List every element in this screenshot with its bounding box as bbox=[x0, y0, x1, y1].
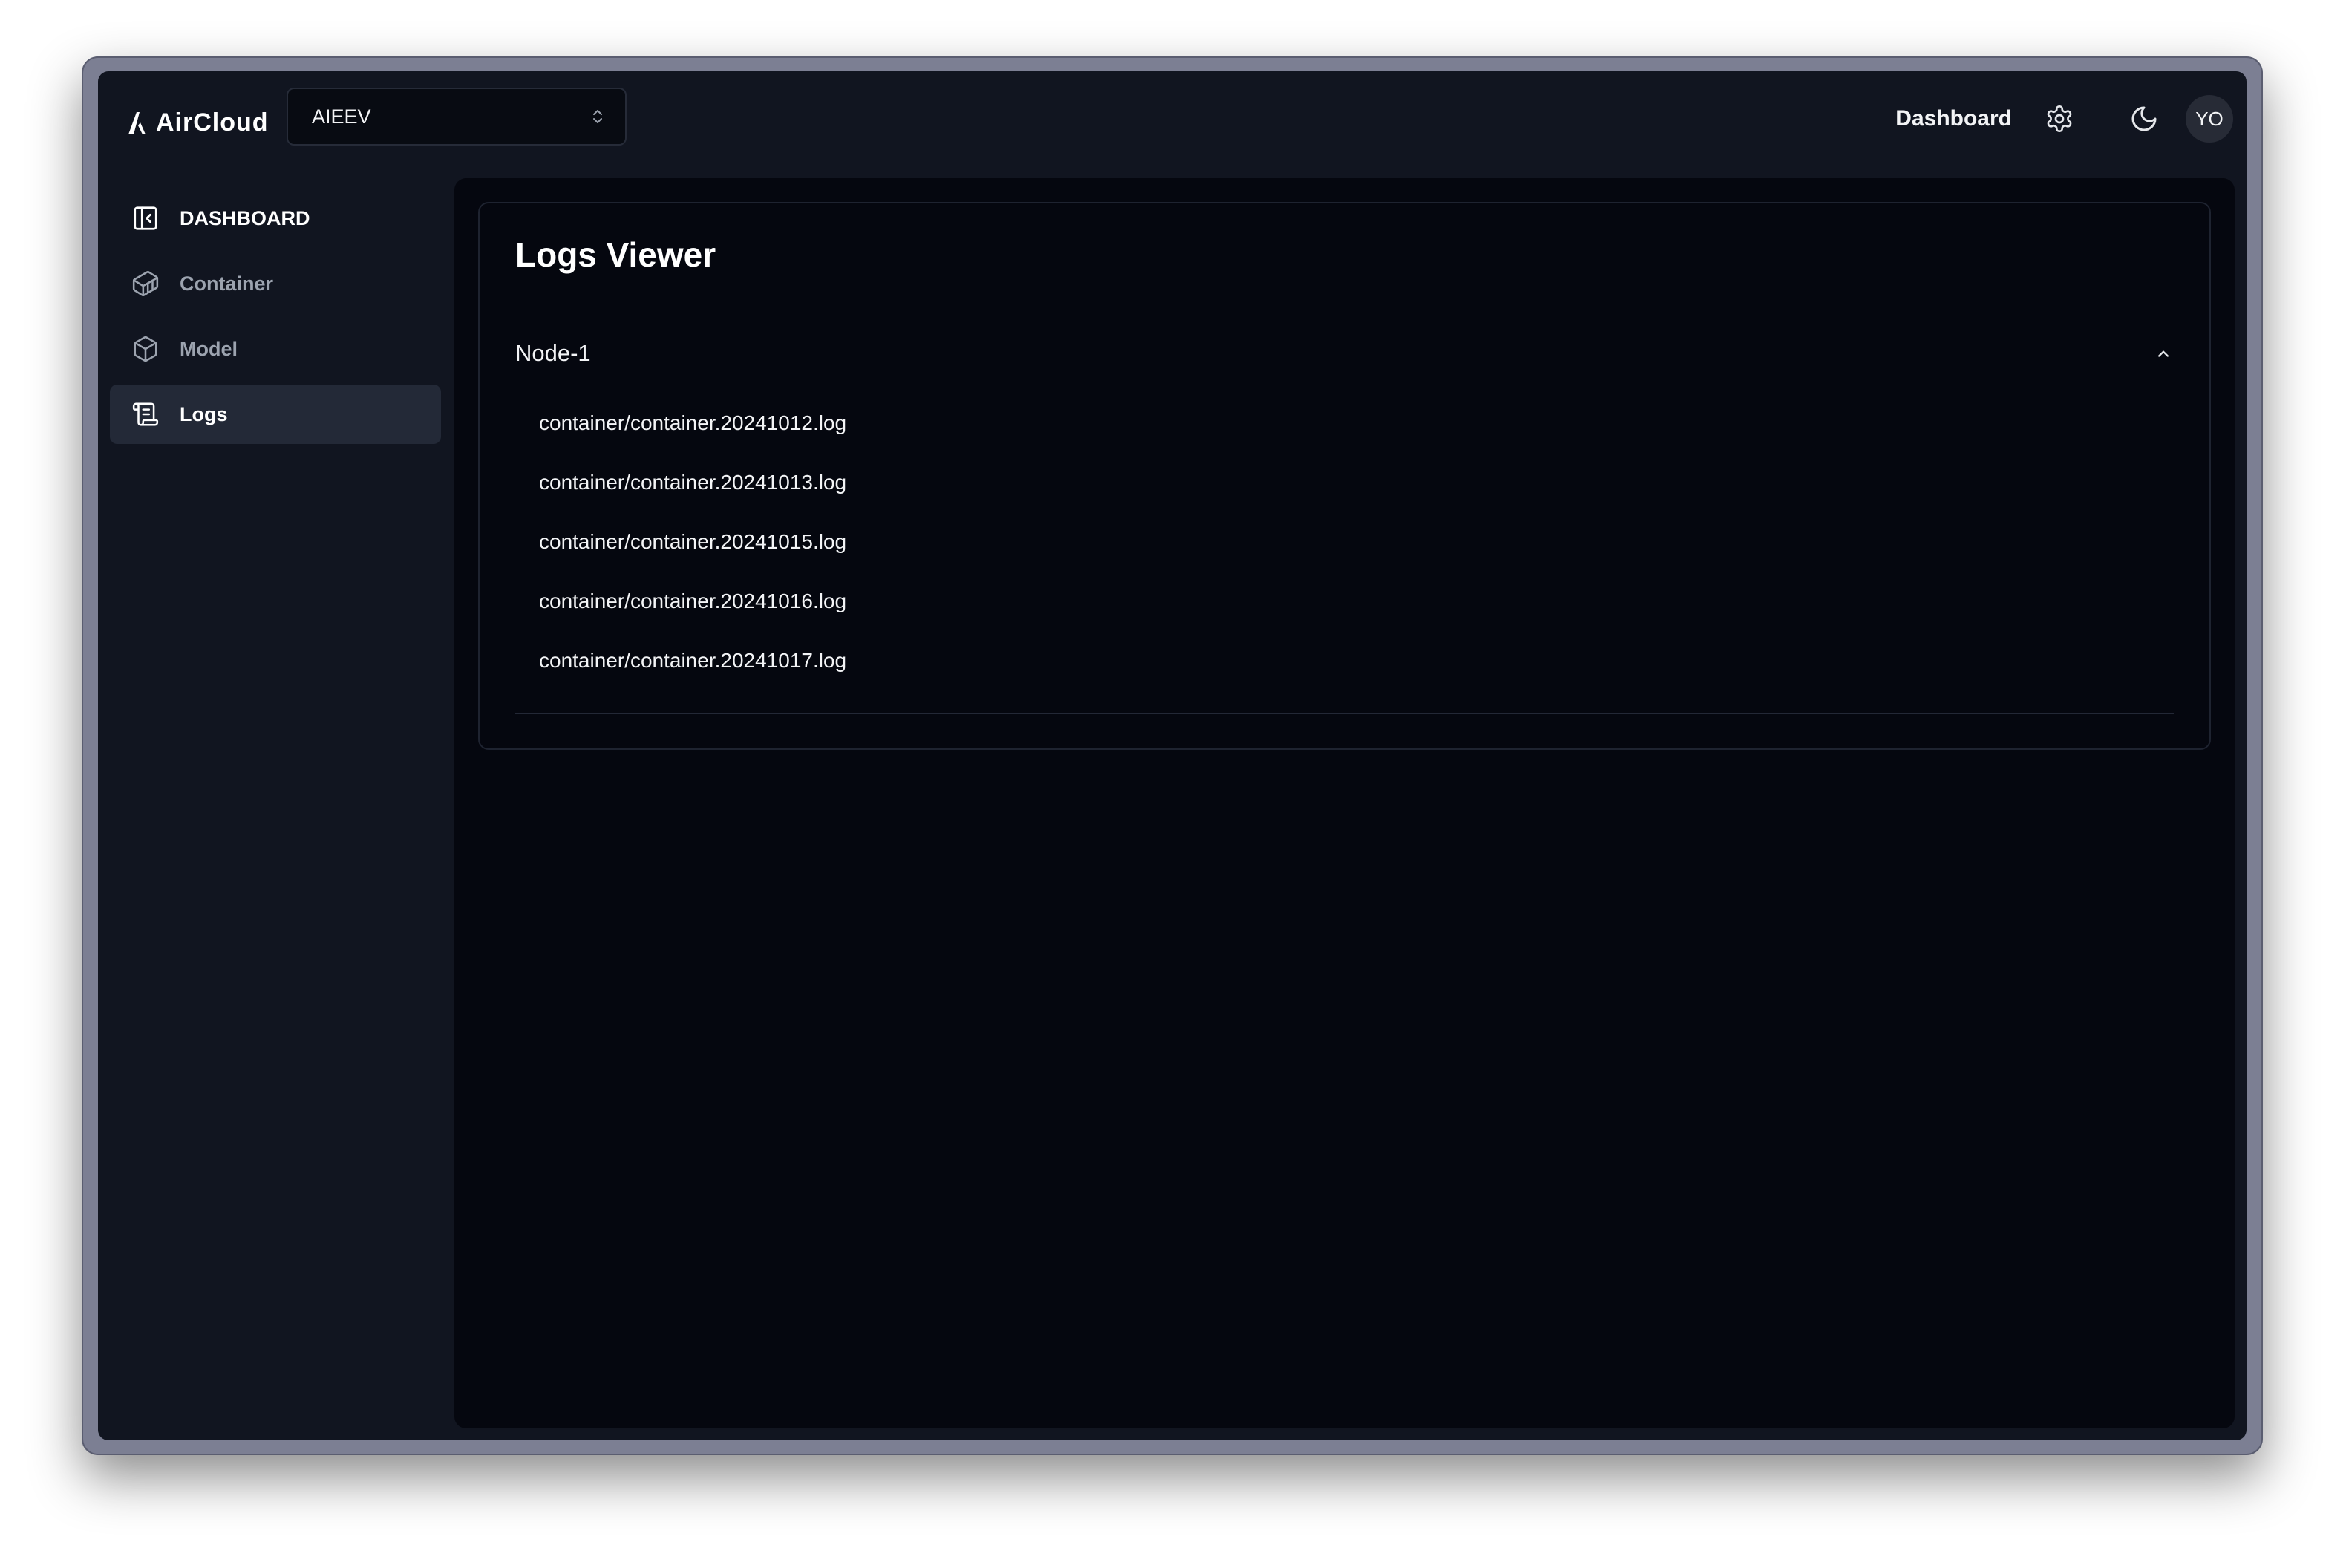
moon-icon bbox=[2131, 106, 2157, 131]
logs-viewer-card: Logs Viewer Node-1 container/container.2… bbox=[478, 202, 2211, 750]
dashboard-link[interactable]: Dashboard bbox=[1895, 106, 2012, 131]
scroll-icon bbox=[131, 399, 160, 429]
log-file-item[interactable]: container/container.20241012.log bbox=[539, 408, 846, 468]
sidebar-item-label: Model bbox=[180, 337, 238, 360]
logo-icon bbox=[128, 112, 146, 134]
node-label: Node-1 bbox=[515, 340, 591, 366]
sidebar-item-model[interactable]: Model bbox=[110, 319, 441, 379]
sidebar-collapse-header[interactable]: DASHBOARD bbox=[110, 189, 441, 248]
log-file-list: container/container.20241012.log contain… bbox=[539, 408, 846, 705]
user-avatar[interactable]: YO bbox=[2186, 95, 2233, 143]
page-title: Logs Viewer bbox=[515, 235, 716, 274]
panel-collapse-icon bbox=[131, 203, 160, 233]
sidebar-header-label: DASHBOARD bbox=[180, 206, 310, 229]
theme-toggle-button[interactable] bbox=[2123, 98, 2165, 140]
log-file-item[interactable]: container/container.20241016.log bbox=[539, 587, 846, 646]
sidebar-item-label: Container bbox=[180, 272, 274, 295]
accordion-divider bbox=[515, 713, 2174, 714]
cube-icon bbox=[131, 334, 160, 364]
sidebar-item-logs[interactable]: Logs bbox=[110, 385, 441, 444]
sidebar-item-container[interactable]: Container bbox=[110, 254, 441, 313]
chevron-up-down-icon bbox=[593, 110, 602, 123]
gear-icon bbox=[2047, 105, 2072, 133]
brand-name: AirCloud bbox=[156, 108, 269, 137]
log-file-item[interactable]: container/container.20241017.log bbox=[539, 646, 846, 705]
log-file-item[interactable]: container/container.20241015.log bbox=[539, 527, 846, 587]
app-window: AirCloud AIEEV Dashboard YO DASHBOARD Co… bbox=[98, 71, 2247, 1440]
top-header: AirCloud AIEEV Dashboard YO bbox=[98, 71, 2247, 175]
chevron-up-icon bbox=[2158, 350, 2169, 357]
log-file-item[interactable]: container/container.20241013.log bbox=[539, 468, 846, 527]
brand-logo[interactable]: AirCloud bbox=[126, 104, 269, 141]
sidebar-item-label: Logs bbox=[180, 402, 228, 425]
window-frame: AirCloud AIEEV Dashboard YO DASHBOARD Co… bbox=[82, 56, 2263, 1455]
organization-select[interactable]: AIEEV bbox=[287, 88, 627, 146]
sidebar: DASHBOARD Container Model Logs bbox=[110, 175, 441, 444]
organization-select-value: AIEEV bbox=[312, 105, 371, 128]
settings-button[interactable] bbox=[2039, 98, 2080, 140]
container-box-icon bbox=[131, 269, 160, 298]
main-content: Logs Viewer Node-1 container/container.2… bbox=[454, 178, 2235, 1428]
header-actions: Dashboard YO bbox=[1895, 95, 2233, 143]
accordion-node-header[interactable]: Node-1 bbox=[515, 333, 2174, 374]
